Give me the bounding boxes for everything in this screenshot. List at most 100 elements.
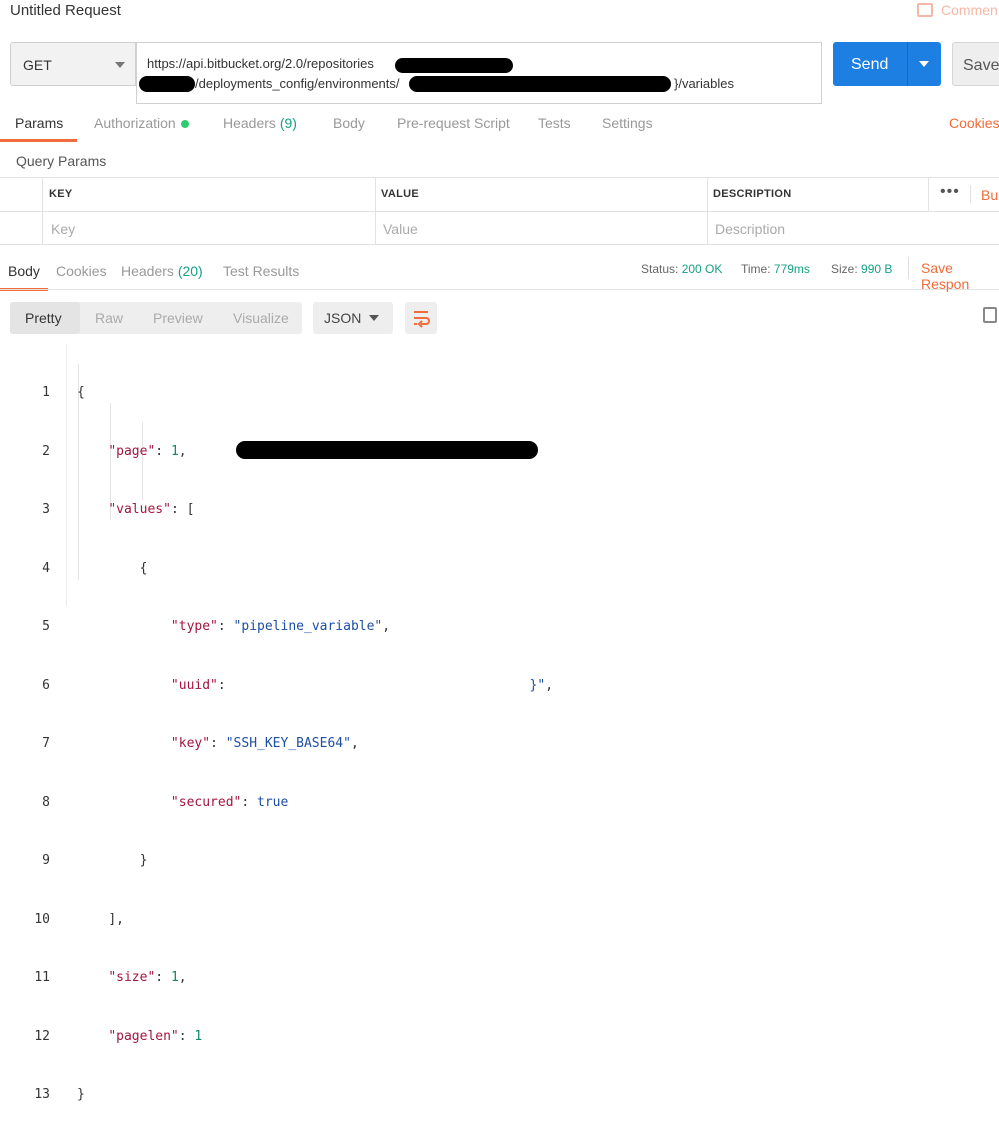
time-readout: Time: 779ms — [741, 262, 810, 276]
tab-response-cookies[interactable]: Cookies — [56, 263, 107, 279]
tab-settings[interactable]: Settings — [602, 115, 653, 131]
code-line: "pagelen": 1 — [108, 1028, 203, 1044]
line-number: 2 — [42, 443, 50, 459]
line-number: 12 — [34, 1028, 50, 1044]
response-headers-count: (20) — [177, 263, 203, 279]
line-number: 8 — [42, 794, 50, 810]
divider — [0, 289, 999, 290]
size-label: Size: — [831, 262, 858, 276]
status-value: 200 OK — [681, 262, 723, 276]
column-header-value: VALUE — [381, 188, 419, 200]
url-line-2b: }/variables — [674, 76, 734, 91]
time-label: Time: — [741, 262, 771, 276]
params-table: KEY VALUE DESCRIPTION ••• Bul Key Value … — [0, 177, 999, 245]
chevron-down-icon — [115, 62, 125, 68]
divider — [928, 177, 929, 211]
view-mode-group: Pretty Raw Preview Visualize — [10, 302, 302, 334]
tab-tests[interactable]: Tests — [538, 115, 571, 131]
divider — [707, 177, 708, 245]
send-divider — [907, 42, 908, 86]
save-label: Save — [963, 57, 999, 74]
chevron-down-icon[interactable] — [919, 61, 929, 67]
tab-response-headers[interactable]: Headers (20) — [121, 263, 203, 279]
save-response-button[interactable]: Save Respon — [921, 260, 999, 292]
url-line-2a: /deployments_config/environments/ — [195, 76, 400, 91]
description-input[interactable]: Description — [715, 221, 785, 237]
redaction-mark — [236, 441, 538, 459]
chevron-down-icon — [369, 315, 379, 321]
divider — [375, 177, 376, 245]
cookies-link[interactable]: Cookies — [949, 115, 999, 131]
line-number: 11 — [34, 970, 50, 985]
format-select[interactable]: JSON — [313, 302, 393, 334]
copy-icon[interactable] — [983, 307, 997, 323]
size-value: 990 B — [861, 262, 893, 276]
column-header-key: KEY — [49, 188, 73, 200]
view-raw[interactable]: Raw — [95, 310, 123, 326]
line-numbers: 1 2 3 4 5 6 7 8 9 10 11 12 13 — [0, 344, 50, 1124]
code-body[interactable]: { "page": 1, "values": [ { "type": "pipe… — [77, 344, 553, 1124]
code-line: "key": "SSH_KEY_BASE64", — [170, 736, 359, 751]
value-input[interactable]: Value — [383, 221, 418, 237]
tab-prerequest-script[interactable]: Pre-request Script — [397, 115, 510, 131]
code-line: "uuid": }", — [170, 677, 554, 693]
send-button[interactable]: Send — [833, 42, 941, 86]
code-line: } — [77, 1087, 85, 1102]
redaction-mark — [395, 58, 513, 73]
wrap-lines-button[interactable] — [405, 302, 437, 334]
code-line: ], — [108, 911, 124, 927]
code-line: } — [139, 853, 148, 868]
more-options-icon[interactable]: ••• — [940, 183, 960, 201]
divider — [970, 185, 971, 203]
code-line: "values": [ — [108, 502, 195, 517]
wrap-lines-icon — [414, 311, 430, 328]
bulk-edit-link[interactable]: Bul — [981, 187, 999, 203]
url-input[interactable]: https://api.bitbucket.org/2.0/repositori… — [136, 42, 822, 104]
line-number: 5 — [42, 619, 50, 634]
tab-headers-label: Headers — [223, 115, 276, 131]
code-line: { — [77, 385, 85, 400]
divider — [908, 257, 909, 279]
method-select[interactable]: GET — [10, 42, 136, 86]
tab-headers[interactable]: Headers (9) — [223, 115, 297, 131]
redaction-mark — [139, 76, 195, 92]
size-readout: Size: 990 B — [831, 262, 892, 276]
line-number: 1 — [42, 385, 50, 400]
tab-response-body[interactable]: Body — [8, 263, 40, 279]
line-number: 6 — [42, 677, 50, 693]
column-header-description: DESCRIPTION — [713, 188, 792, 200]
tab-body[interactable]: Body — [333, 115, 365, 131]
method-label: GET — [23, 57, 52, 73]
tab-response-headers-label: Headers — [121, 263, 174, 279]
save-button[interactable]: Save — [952, 42, 999, 86]
time-value: 779ms — [773, 262, 810, 276]
line-number: 3 — [42, 502, 50, 517]
divider — [0, 211, 999, 212]
request-title[interactable]: Untitled Request — [10, 2, 121, 19]
line-number: 4 — [42, 560, 50, 576]
code-line: { — [139, 560, 148, 576]
url-line-1: https://api.bitbucket.org/2.0/repositori… — [147, 56, 374, 71]
redaction-mark — [409, 76, 671, 92]
tab-params[interactable]: Params — [15, 115, 63, 131]
gutter-divider — [66, 344, 67, 606]
status-label: Status: — [641, 262, 679, 276]
tab-test-results[interactable]: Test Results — [223, 263, 299, 279]
status-readout: Status: 200 OK — [641, 262, 722, 276]
code-line: "size": 1, — [108, 970, 187, 985]
comments-label: Commen — [941, 2, 998, 18]
line-number: 9 — [42, 853, 50, 868]
headers-count: (9) — [279, 115, 297, 131]
send-label: Send — [851, 56, 889, 73]
code-line: "secured": true — [170, 794, 289, 810]
key-input[interactable]: Key — [51, 221, 75, 237]
view-preview[interactable]: Preview — [153, 310, 203, 326]
tab-authorization[interactable]: Authorization — [94, 115, 189, 131]
comment-icon — [917, 3, 933, 17]
view-pretty[interactable]: Pretty — [25, 310, 62, 326]
line-number: 7 — [42, 736, 50, 751]
active-tab-indicator — [0, 139, 77, 142]
line-number: 13 — [34, 1087, 50, 1102]
comments-button[interactable]: Commen — [917, 2, 998, 18]
view-visualize[interactable]: Visualize — [233, 310, 289, 326]
